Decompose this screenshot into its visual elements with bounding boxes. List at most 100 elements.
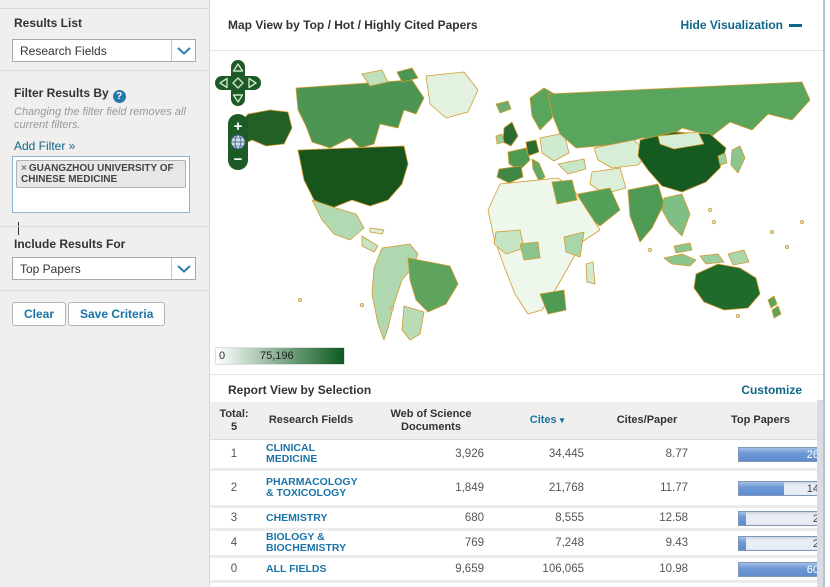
map-pan-control[interactable] (215, 60, 261, 106)
map-country-uk[interactable] (502, 121, 519, 147)
world-map[interactable]: + − (212, 52, 822, 342)
cites-cell: 21,768 (548, 482, 584, 494)
table-row: 1 CLINICAL MEDICINE 3,926 34,445 8.77 26 (210, 440, 823, 471)
chevron-down-icon (171, 258, 195, 279)
save-criteria-button[interactable]: Save Criteria (68, 302, 166, 326)
rank-cell: 2 (230, 482, 238, 494)
results-list-select[interactable]: Research Fields (12, 39, 196, 62)
zoom-out-button[interactable]: − (234, 151, 243, 168)
report-table-body: 1 CLINICAL MEDICINE 3,926 34,445 8.77 26… (210, 440, 823, 583)
chevron-down-icon (171, 40, 195, 61)
customize-link[interactable]: Customize (741, 383, 802, 397)
map-view-title: Map View by Top / Hot / Highly Cited Pap… (228, 18, 478, 32)
field-link[interactable]: CHEMISTRY (258, 512, 364, 524)
cites-cell: 8,555 (555, 512, 584, 524)
field-link[interactable]: PHARMACOLOGY & TOXICOLOGY (258, 477, 364, 499)
map-zoom-control[interactable]: + − (228, 114, 248, 170)
top-papers-bar: 2 (738, 510, 823, 526)
map-country-south-africa[interactable] (539, 289, 567, 315)
table-row: 2 PHARMACOLOGY & TOXICOLOGY 1,849 21,768… (210, 471, 823, 508)
map-country-papua-new-guinea[interactable] (727, 249, 750, 266)
rank-cell: 4 (230, 537, 238, 549)
map-island[interactable] (396, 67, 419, 83)
clear-button[interactable]: Clear (12, 302, 67, 326)
table-row: 0 ALL FIELDS 9,659 106,065 10.98 60 (210, 558, 823, 583)
map-country-malaysia[interactable] (673, 242, 693, 254)
divider (210, 50, 823, 51)
column-header-research-fields: Research Fields (268, 414, 354, 426)
table-row: 3 CHEMISTRY 680 8,555 12.58 2 (210, 508, 823, 531)
results-list-value: Research Fields (20, 43, 107, 58)
top-papers-bar: 60 (738, 561, 823, 577)
map-country-india[interactable] (627, 183, 665, 243)
bar-fill (739, 511, 746, 525)
globe-icon[interactable] (230, 134, 246, 150)
filter-sidebar: Results List Research Fields Filter Resu… (0, 0, 210, 587)
zoom-in-button[interactable]: + (234, 118, 243, 135)
map-country-cuba[interactable] (369, 227, 385, 235)
field-link[interactable]: BIOLOGY & BIOCHEMISTRY (258, 532, 364, 554)
divider (210, 374, 823, 375)
table-header-row: Total: 5 Research Fields Web of Science … (210, 402, 823, 440)
hide-visualization-link[interactable]: Hide Visualization (681, 18, 802, 32)
map-country-turkey[interactable] (557, 158, 587, 175)
filter-tag-text: GUANGZHOU UNIVERSITY OF CHINESE MEDICINE (21, 163, 174, 185)
map-country-iceland[interactable] (495, 100, 512, 114)
divider (0, 8, 209, 9)
top-papers-bar: 2 (738, 535, 823, 551)
documents-cell: 9,659 (455, 563, 484, 575)
sort-down-icon: ▾ (559, 415, 565, 425)
field-link[interactable]: ALL FIELDS (258, 563, 364, 575)
cites-cell: 7,248 (555, 537, 584, 549)
visualization-panel: Map View by Top / Hot / Highly Cited Pap… (210, 0, 830, 587)
cites-per-paper-cell: 9.43 (665, 537, 688, 549)
divider (0, 290, 209, 291)
map-country-spain[interactable] (496, 165, 524, 184)
map-region-se-asia[interactable] (661, 193, 691, 237)
column-header-cites[interactable]: Cites ▾ (498, 414, 596, 427)
map-country-brazil[interactable] (407, 257, 459, 313)
map-country-ireland[interactable] (495, 133, 505, 145)
column-header-top-papers: Top Papers (730, 414, 791, 426)
documents-cell: 3,926 (455, 448, 484, 460)
field-link[interactable]: CLINICAL MEDICINE (258, 443, 364, 465)
cites-per-paper-cell: 11.77 (660, 482, 688, 494)
cites-per-paper-cell: 8.77 (665, 448, 688, 460)
filter-note: Changing the filter field removes all cu… (14, 106, 186, 131)
map-country-indonesia[interactable] (699, 253, 725, 265)
map-legend: 0 75,196 (215, 347, 345, 365)
include-results-select[interactable]: Top Papers (12, 257, 196, 280)
cites-cell: 106,065 (542, 563, 584, 575)
map-country-indonesia[interactable] (663, 253, 697, 267)
divider (0, 226, 209, 227)
column-header-cites-per-paper: Cites/Paper (616, 414, 678, 426)
remove-filter-icon[interactable]: × (21, 163, 27, 174)
map-region-central-america[interactable] (361, 235, 379, 253)
help-icon[interactable]: ? (112, 90, 126, 103)
map-country-australia[interactable] (693, 263, 761, 311)
panel-right-border (823, 0, 825, 587)
column-header-total: Total: 5 (219, 407, 249, 433)
map-country-new-zealand[interactable] (767, 295, 778, 309)
map-country-japan[interactable] (730, 145, 746, 174)
map-country-argentina[interactable] (401, 305, 425, 341)
bar-fill (739, 536, 746, 550)
column-header-documents: Web of Science Documents (390, 407, 472, 433)
map-country-italy[interactable] (531, 158, 546, 182)
map-country-greenland[interactable] (425, 71, 479, 119)
rank-cell: 1 (230, 448, 238, 460)
map-country-madagascar[interactable] (585, 261, 596, 285)
cites-per-paper-cell: 12.58 (659, 512, 688, 524)
filter-results-by-label: Filter Results By? (14, 86, 126, 103)
map-country-canada[interactable] (295, 79, 425, 149)
filter-input[interactable]: × GUANGZHOU UNIVERSITY OF CHINESE MEDICIN… (12, 156, 190, 213)
map-country-new-zealand[interactable] (771, 305, 782, 319)
add-filter-link[interactable]: Add Filter » (14, 139, 75, 153)
map-country-usa[interactable] (297, 145, 409, 209)
report-view-title: Report View by Selection (228, 383, 372, 397)
documents-cell: 680 (464, 512, 484, 524)
divider (0, 70, 209, 71)
documents-cell: 769 (464, 537, 484, 549)
map-country-nigeria[interactable] (519, 241, 541, 261)
results-list-label: Results List (14, 16, 83, 30)
